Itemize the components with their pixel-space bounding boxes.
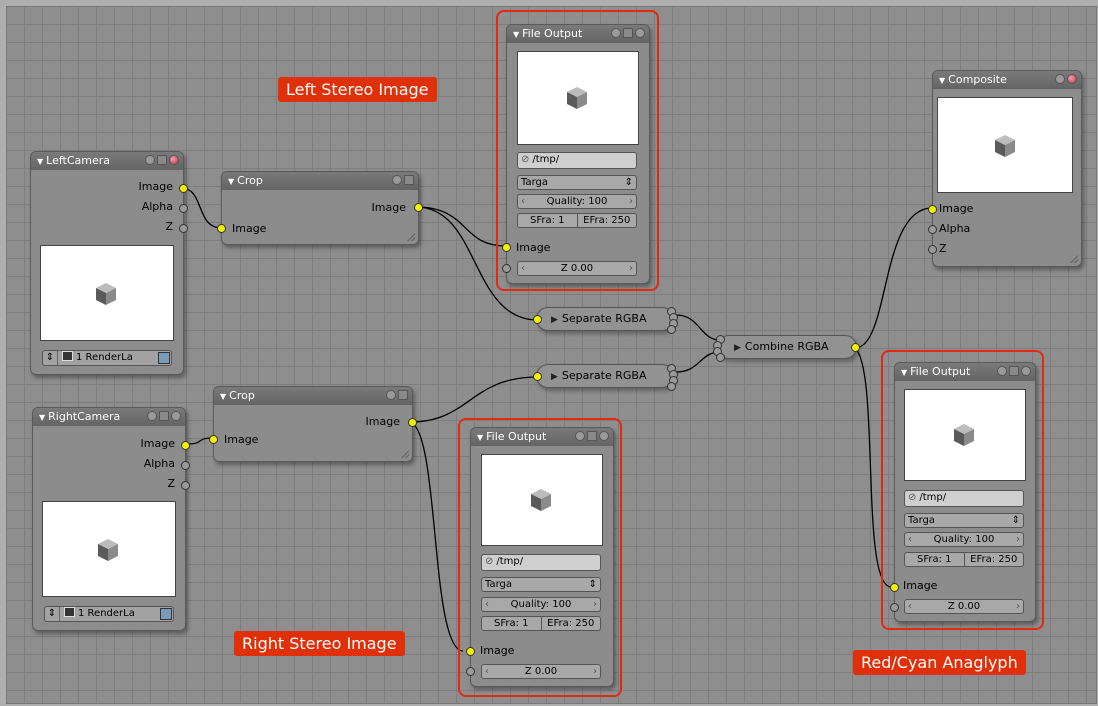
input-label-z: Z xyxy=(939,242,947,255)
right-camera-header[interactable]: ▼ RightCamera xyxy=(33,408,185,426)
output-label-alpha: Alpha xyxy=(141,200,173,213)
render-preview xyxy=(42,501,176,597)
expand-triangle-icon[interactable]: ▶ xyxy=(551,315,558,325)
output-label-image: Image xyxy=(140,437,175,450)
input-label-alpha: Alpha xyxy=(939,222,971,235)
node-title: Composite xyxy=(948,73,1007,86)
output-label-alpha: Alpha xyxy=(143,457,175,470)
expand-triangle-icon[interactable]: ▶ xyxy=(734,343,741,353)
annotation-anaglyph: Red/Cyan Anaglyph xyxy=(853,650,1026,675)
input-socket-alpha[interactable] xyxy=(928,225,937,234)
output-label-image: Image xyxy=(365,415,400,428)
preview-toggle-icon[interactable] xyxy=(145,155,155,165)
input-socket-image[interactable] xyxy=(533,315,542,324)
collapse-triangle-icon[interactable]: ▼ xyxy=(939,76,945,85)
input-label-image: Image xyxy=(232,222,267,235)
output-socket-a[interactable] xyxy=(667,382,676,391)
updown-arrows-icon[interactable]: ⇕ xyxy=(43,351,58,365)
collapse-triangle-icon[interactable]: ▼ xyxy=(228,177,234,186)
node-title: Crop xyxy=(237,174,263,187)
output-socket-image[interactable] xyxy=(408,418,417,427)
output-socket-image[interactable] xyxy=(179,184,188,193)
output-socket-alpha[interactable] xyxy=(181,461,190,470)
input-socket-image[interactable] xyxy=(209,435,218,444)
separate-rgba-node-top[interactable]: ▶ Separate RGBA xyxy=(533,307,678,334)
input-socket-z[interactable] xyxy=(928,245,937,254)
render-preview xyxy=(40,245,174,341)
updown-arrows-icon[interactable]: ⇕ xyxy=(45,607,60,621)
composite-header[interactable]: ▼ Composite xyxy=(933,71,1081,89)
highlight-anaglyph-output xyxy=(881,350,1044,630)
output-label-z: Z xyxy=(167,477,175,490)
render-picker-icon[interactable] xyxy=(158,352,170,364)
highlight-right-output xyxy=(458,418,622,697)
output-socket-z[interactable] xyxy=(181,481,190,490)
render-picker-icon[interactable] xyxy=(160,608,172,620)
render-preview xyxy=(937,97,1073,193)
resize-handle[interactable] xyxy=(407,233,415,241)
render-sphere-icon[interactable] xyxy=(169,155,179,165)
output-socket-a[interactable] xyxy=(667,325,676,334)
left-camera-node[interactable]: ▼ LeftCamera Image Alpha Z ⇕ 1 RenderLa xyxy=(30,151,188,375)
input-label-image: Image xyxy=(939,202,974,215)
right-camera-node[interactable]: ▼ RightCamera Image Alpha Z ⇕ 1 RenderLa xyxy=(32,407,190,631)
node-title: RightCamera xyxy=(48,410,121,423)
scene-icon xyxy=(64,607,75,617)
input-socket-image[interactable] xyxy=(217,224,226,233)
output-label-image: Image xyxy=(138,180,173,193)
output-socket-alpha[interactable] xyxy=(179,204,188,213)
preview-toggle-icon[interactable] xyxy=(392,175,402,185)
preview-toggle-icon[interactable] xyxy=(1055,74,1065,84)
node-title: LeftCamera xyxy=(46,154,111,167)
node-title: Crop xyxy=(229,389,255,402)
output-socket-image[interactable] xyxy=(851,343,860,352)
cube-preview-icon xyxy=(96,283,116,305)
annotation-right-stereo: Right Stereo Image xyxy=(234,631,405,656)
resize-handle[interactable] xyxy=(1070,255,1078,263)
output-socket-image[interactable] xyxy=(181,441,190,450)
crop-header[interactable]: ▼ Crop xyxy=(214,387,412,405)
output-label-z: Z xyxy=(165,220,173,233)
composite-node[interactable]: ▼ Composite Image Alpha Z xyxy=(928,70,1082,267)
left-camera-header[interactable]: ▼ LeftCamera xyxy=(31,152,183,170)
preview-toggle-icon[interactable] xyxy=(386,390,396,400)
scene-icon xyxy=(62,351,73,361)
resize-handle[interactable] xyxy=(401,450,409,458)
separate-rgba-node-bottom[interactable]: ▶ Separate RGBA xyxy=(533,364,678,391)
crop-header[interactable]: ▼ Crop xyxy=(222,172,418,190)
highlight-left-output xyxy=(496,10,659,291)
input-socket-a[interactable] xyxy=(716,353,725,362)
collapse-triangle-icon[interactable]: ▼ xyxy=(39,413,45,422)
input-socket-image[interactable] xyxy=(533,372,542,381)
output-socket-z[interactable] xyxy=(179,224,188,233)
options-toggle-icon[interactable] xyxy=(404,175,414,185)
input-label-image: Image xyxy=(224,433,259,446)
collapse-triangle-icon[interactable]: ▼ xyxy=(37,157,43,166)
crop-node-top[interactable]: ▼ Crop Image Image xyxy=(217,171,423,245)
cube-preview-icon xyxy=(98,539,118,561)
render-sphere-icon[interactable] xyxy=(171,411,181,421)
input-socket-image[interactable] xyxy=(928,205,937,214)
preview-toggle-icon[interactable] xyxy=(147,411,157,421)
collapse-triangle-icon[interactable]: ▼ xyxy=(220,392,226,401)
expand-triangle-icon[interactable]: ▶ xyxy=(551,372,558,382)
output-socket-image[interactable] xyxy=(414,203,423,212)
output-label-image: Image xyxy=(371,201,406,214)
options-toggle-icon[interactable] xyxy=(398,390,408,400)
crop-node-bottom[interactable]: ▼ Crop Image Image xyxy=(209,386,417,462)
options-toggle-icon[interactable] xyxy=(157,155,167,165)
render-layer-select[interactable]: ⇕ 1 RenderLa xyxy=(42,350,172,366)
combine-rgba-node[interactable]: ▶ Combine RGBA xyxy=(713,335,860,362)
options-toggle-icon[interactable] xyxy=(159,411,169,421)
annotation-left-stereo: Left Stereo Image xyxy=(278,77,437,102)
cube-preview-icon xyxy=(995,135,1015,157)
render-sphere-icon[interactable] xyxy=(1067,74,1077,84)
render-layer-select[interactable]: ⇕ 1 RenderLa xyxy=(44,606,174,622)
